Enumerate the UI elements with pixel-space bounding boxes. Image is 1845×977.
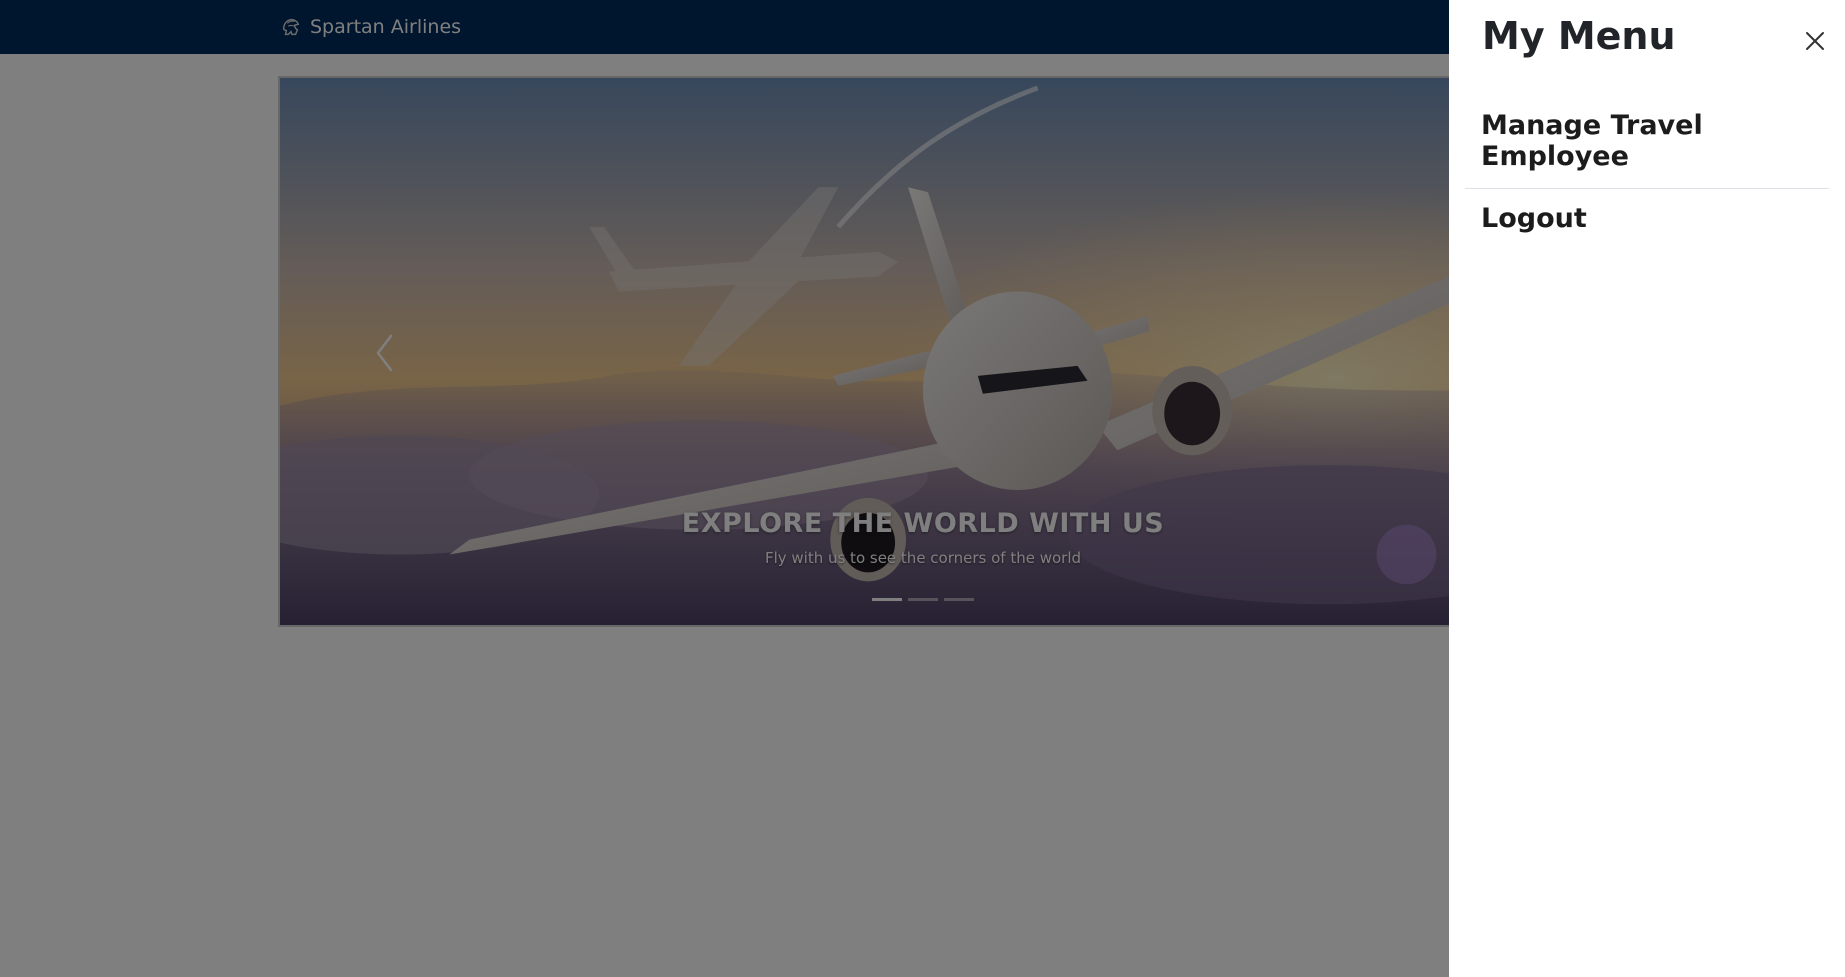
offcanvas-menu: My Menu Manage Travel Employee Logout: [1449, 0, 1845, 977]
offcanvas-header: My Menu: [1465, 0, 1829, 78]
offcanvas-title: My Menu: [1482, 14, 1676, 58]
offcanvas-menu-list: Manage Travel Employee Logout: [1465, 96, 1829, 248]
page: Spartan Airlines: [0, 0, 1845, 977]
menu-item-manage-travel-employee[interactable]: Manage Travel Employee: [1465, 96, 1829, 189]
menu-item-logout[interactable]: Logout: [1465, 189, 1829, 248]
close-icon: [1806, 32, 1824, 50]
close-button[interactable]: [1804, 30, 1826, 52]
